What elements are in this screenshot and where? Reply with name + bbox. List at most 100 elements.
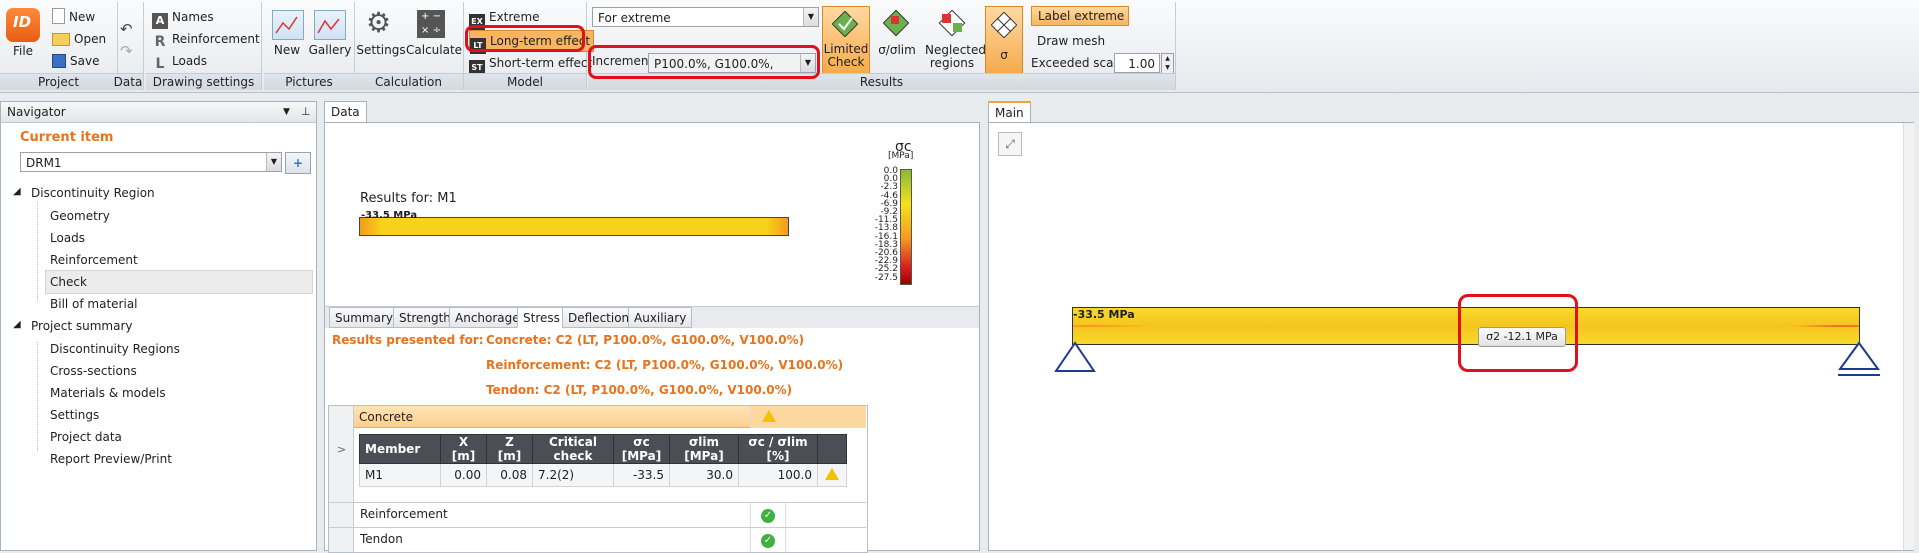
results-grid: > Concrete Member X [m] Z [m] Critical c… (328, 405, 868, 553)
mini-beam (359, 217, 789, 236)
tree-settings[interactable]: Settings (50, 408, 99, 422)
tree-discontinuity-region[interactable]: Discontinuity Region (31, 186, 155, 200)
loads-icon: L (155, 56, 165, 72)
collapse-icon[interactable]: ◢ (13, 319, 21, 330)
tree-discontinuity-regions[interactable]: Discontinuity Regions (50, 342, 180, 356)
spinner-icon[interactable]: ▲ ▼ (1161, 53, 1174, 75)
cell-member: M1 (359, 463, 441, 487)
chevron-down-icon: ▼ (266, 153, 281, 171)
extreme-button[interactable]: EX Extreme (469, 7, 540, 30)
reinforcement-row[interactable]: Reinforcement (360, 507, 448, 521)
cell-sigma-lim: 30.0 (669, 463, 739, 487)
tree-cross-sections[interactable]: Cross-sections (50, 364, 137, 378)
table-header-row: Member X [m] Z [m] Critical check σc [MP… (359, 434, 847, 464)
gallery-button[interactable]: Gallery (308, 44, 352, 57)
subtab-bar: Summary Strength Anchorage Stress Deflec… (325, 306, 979, 328)
cell-ratio: 100.0 (738, 463, 818, 487)
current-item-select[interactable]: DRM1 ▼ (20, 152, 282, 172)
check-ok-icon: ✓ (761, 534, 775, 548)
concrete-row-tail (786, 406, 866, 428)
group-label: Drawing settings (146, 73, 261, 90)
data-panel: Results for: M1 -33.5 MPa σc [MPa] 0.0 0.… (324, 122, 980, 553)
tendon-status: ✓ (750, 528, 786, 552)
neglected-regions-icon (938, 9, 966, 37)
new-button[interactable]: New (52, 7, 95, 27)
row-header (329, 528, 354, 552)
cell-sigma-c: -33.5 (613, 463, 670, 487)
legend-values: 0.0 0.0 -2.3 -4.6 -6.9 -9.2 -11.5 -13.8 -16.1 -18… (870, 166, 898, 282)
stress-table: Member X [m] Z [m] Critical check σc [MP… (359, 434, 847, 487)
collapse-icon[interactable]: ◢ (13, 186, 21, 197)
tree-loads[interactable]: Loads (50, 231, 85, 245)
save-icon (52, 54, 66, 68)
settings-button[interactable]: Settings (356, 44, 406, 57)
chevron-down-icon[interactable]: ▼ (283, 102, 290, 122)
for-extreme-select[interactable]: For extreme ▼ (592, 7, 819, 27)
row-header (329, 503, 354, 527)
open-button[interactable]: Open (52, 29, 106, 49)
add-item-icon[interactable]: + (285, 152, 311, 174)
group-data: ↶ ↷ Data (113, 2, 144, 90)
current-item-label: Current item (20, 130, 114, 145)
col-member: Member (359, 434, 441, 464)
draw-mesh-button[interactable]: Draw mesh (1037, 31, 1105, 51)
subtab-deflection[interactable]: Deflection (562, 307, 636, 328)
gear-icon: ⚙ (366, 6, 392, 39)
tree-report-preview[interactable]: Report Preview/Print (50, 452, 172, 466)
loads-button[interactable]: L Loads (152, 51, 208, 72)
cell-x: 0.00 (440, 463, 487, 487)
reinforcement-status: ✓ (750, 503, 786, 527)
sigma-olim-button[interactable]: σ/σlim (872, 44, 922, 57)
calculate-button[interactable]: Calculate (406, 44, 462, 57)
file-icon[interactable]: ID (6, 8, 40, 42)
new-picture-icon (272, 10, 304, 40)
undo-icon[interactable]: ↶ (120, 20, 133, 38)
subtab-anchorage[interactable]: Anchorage (449, 307, 526, 328)
new-picture-button[interactable]: New (268, 44, 306, 57)
tendon-row[interactable]: Tendon (360, 532, 403, 546)
subtab-stress[interactable]: Stress (517, 307, 566, 328)
sigma-stress-icon (990, 11, 1018, 39)
tree-materials-models[interactable]: Materials & models (50, 386, 166, 400)
subtab-strength[interactable]: Strength (393, 307, 457, 328)
chevron-right-icon[interactable]: > (337, 443, 346, 456)
tree-project-data[interactable]: Project data (50, 430, 122, 444)
tree-bill-of-material[interactable]: Bill of material (50, 297, 138, 311)
tab-main[interactable]: Main (988, 101, 1031, 123)
redo-icon[interactable]: ↷ (120, 42, 133, 60)
scrollbar[interactable] (1903, 123, 1914, 550)
subtab-auxiliary[interactable]: Auxiliary (628, 307, 693, 328)
short-term-effect-button[interactable]: ST Short-term effect (469, 53, 592, 76)
exceeded-scale-input[interactable]: 1.00 (1114, 53, 1160, 73)
tree-geometry[interactable]: Geometry (50, 209, 110, 223)
file-button[interactable]: File (8, 45, 38, 58)
cell-z: 0.08 (486, 463, 533, 487)
tree-check[interactable]: Check (50, 275, 87, 289)
reinforcement-button[interactable]: R Reinforcement (152, 29, 260, 50)
col-critical-check: Critical check (532, 434, 614, 464)
gallery-icon (314, 10, 346, 40)
col-sigma-lim: σlim [MPa] (669, 434, 739, 464)
highlight-tooltip (1458, 294, 1578, 372)
sigma-button[interactable]: σ (985, 6, 1023, 76)
save-button[interactable]: Save (52, 51, 99, 71)
col-status (817, 434, 847, 464)
table-row[interactable]: M1 0.00 0.08 7.2(2) -33.5 30.0 100.0 (359, 463, 847, 487)
fullscreen-icon[interactable]: ⤢ (998, 132, 1022, 156)
tree-reinforcement[interactable]: Reinforcement (50, 253, 138, 267)
pin-icon[interactable]: ⊥ (301, 102, 311, 122)
names-button[interactable]: A Names (152, 7, 214, 29)
limited-check-button[interactable]: Limited Check (822, 6, 870, 76)
limited-check-label-2: Check (827, 55, 865, 69)
highlight-long-term (465, 25, 585, 52)
cell-status (817, 463, 847, 487)
reinforcement-results-line: Reinforcement: C2 (LT, P100.0%, G100.0%,… (486, 358, 844, 372)
subtab-summary[interactable]: Summary (329, 307, 399, 328)
tab-data[interactable]: Data (324, 101, 367, 122)
concrete-row[interactable]: Concrete (354, 406, 750, 428)
label-extreme-button[interactable]: Label extreme (1031, 6, 1129, 26)
results-for-title: Results for: M1 (360, 191, 457, 206)
neglected-regions-button[interactable]: Neglected regions (925, 44, 986, 70)
mini-beam-label: -33.5 MPa (361, 210, 418, 221)
check-ok-icon: ✓ (761, 509, 775, 523)
